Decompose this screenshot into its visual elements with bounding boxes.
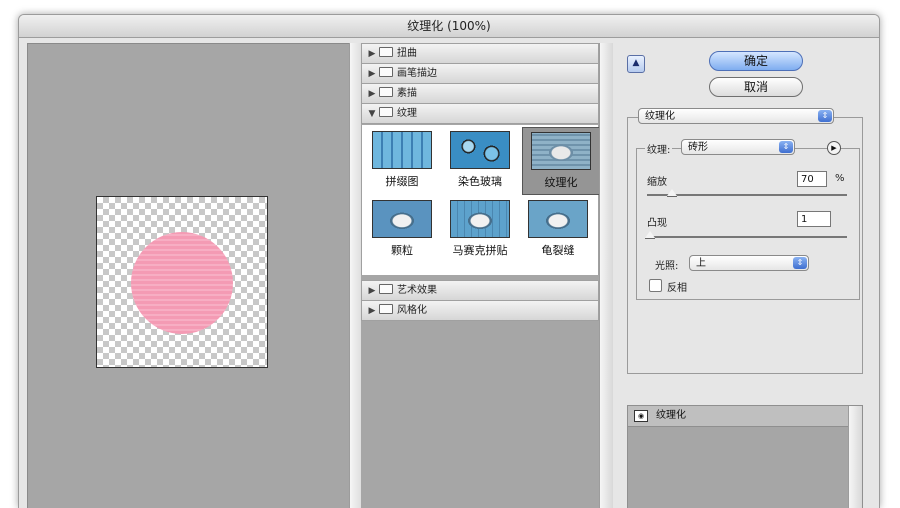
thumb-label: 纹理化 (544, 176, 578, 189)
folder-icon (379, 284, 393, 294)
filter-category-brush-strokes[interactable]: ▶ 画笔描边 (361, 63, 599, 84)
filter-select[interactable]: 纹理化 ⇕ (638, 108, 834, 124)
grain-thumbnail-image (372, 200, 432, 238)
relief-slider-knob[interactable] (645, 231, 655, 239)
texture-menu-icon[interactable]: ▶ (827, 141, 841, 155)
craquelure-thumbnail-image (528, 200, 588, 238)
stained-glass-thumbnail-image (450, 131, 510, 169)
filter-select-value: 纹理化 (645, 111, 675, 122)
scaling-input[interactable]: 70 (797, 171, 827, 187)
texturizer-dialog: 纹理化 (100%) ▶ 扭曲 ▶ 画笔描边 ▶ 素描 ▼ 纹理 拼缀图 染色玻璃 (18, 14, 880, 508)
light-label: 光照: (655, 261, 679, 272)
cancel-button[interactable]: 取消 (709, 77, 803, 97)
ok-button[interactable]: 确定 (709, 51, 803, 71)
filter-category-distort[interactable]: ▶ 扭曲 (361, 43, 599, 64)
patchwork-thumbnail-image (372, 131, 432, 169)
light-select[interactable]: 上 ⇕ (689, 255, 809, 271)
invert-checkbox[interactable] (649, 279, 662, 292)
thumb-stained-glass[interactable]: 染色玻璃 (446, 131, 514, 189)
folder-icon (379, 47, 393, 57)
texturizer-thumbnail-image (531, 132, 591, 170)
category-label: 纹理 (397, 108, 417, 119)
thumb-label: 染色玻璃 (458, 175, 502, 188)
collapsed-triangle-icon: ▶ (368, 89, 376, 99)
filter-category-stylize[interactable]: ▶ 风格化 (361, 300, 599, 321)
collapsed-triangle-icon: ▶ (368, 306, 376, 316)
pink-circle-preview (131, 232, 233, 334)
filter-category-artistic[interactable]: ▶ 艺术效果 (361, 280, 599, 301)
category-label: 风格化 (397, 305, 427, 316)
effect-layer-row[interactable]: ◉ 纹理化 (628, 406, 848, 427)
thumb-patchwork[interactable]: 拼缀图 (368, 131, 436, 189)
thumb-label: 颗粒 (391, 244, 413, 257)
texture-select-value: 砖形 (688, 142, 708, 153)
preview-pane[interactable] (27, 43, 351, 508)
texture-select[interactable]: 砖形 ⇕ (681, 139, 795, 155)
transparent-canvas (96, 196, 268, 368)
effect-layer-label: 纹理化 (656, 410, 686, 421)
dialog-title: 纹理化 (100%) (19, 15, 879, 38)
eye-icon[interactable]: ◉ (634, 410, 648, 422)
thumb-texturizer-selected[interactable]: 纹理化 (522, 127, 600, 195)
relief-slider-track[interactable] (647, 236, 847, 238)
texture-options-group: 纹理: 砖形 ⇕ ▶ 缩放 70 % 凸现 1 光照: 上 ⇕ 反相 (636, 139, 860, 300)
invert-label: 反相 (667, 283, 687, 294)
select-arrow-icon: ⇕ (793, 257, 807, 269)
collapsed-triangle-icon: ▶ (368, 69, 376, 79)
category-label: 扭曲 (397, 48, 417, 59)
folder-icon (379, 67, 393, 77)
light-select-value: 上 (696, 258, 706, 269)
scaling-unit: % (835, 173, 845, 184)
scaling-slider-knob[interactable] (667, 189, 677, 197)
effect-layers-panel: ◉ 纹理化 (627, 405, 863, 508)
relief-input[interactable]: 1 (797, 211, 831, 227)
select-arrow-icon: ⇕ (779, 141, 793, 153)
scaling-slider-track[interactable] (647, 194, 847, 196)
mosaic-tiles-thumbnail-image (450, 200, 510, 238)
category-label: 素描 (397, 88, 417, 99)
thumb-label: 拼缀图 (385, 175, 419, 188)
texture-thumbnails: 拼缀图 染色玻璃 纹理化 颗粒 马赛克拼贴 龟裂缝 (361, 125, 600, 275)
folder-icon (379, 87, 393, 97)
collapse-gallery-button[interactable]: ▲ (627, 55, 645, 73)
filter-gallery-scrollbar[interactable] (599, 43, 613, 508)
thumb-label: 马赛克拼贴 (452, 244, 508, 257)
relief-label: 凸现 (647, 218, 667, 229)
filter-category-sketch[interactable]: ▶ 素描 (361, 83, 599, 104)
settings-pane: ▲ 确定 取消 纹理化 ⇕ 纹理: 砖形 ⇕ ▶ 缩放 70 % 凸现 1 光照… (619, 43, 879, 508)
scaling-label: 缩放 (647, 177, 667, 188)
category-label: 艺术效果 (397, 285, 437, 296)
thumb-craquelure[interactable]: 龟裂缝 (524, 200, 592, 258)
thumb-mosaic-tiles[interactable]: 马赛克拼贴 (446, 200, 514, 258)
filter-category-texture[interactable]: ▼ 纹理 (361, 103, 599, 124)
thumb-label: 龟裂缝 (541, 244, 575, 257)
collapsed-triangle-icon: ▶ (368, 49, 376, 59)
thumb-grain[interactable]: 颗粒 (368, 200, 436, 258)
filter-settings-panel: 纹理化 ⇕ 纹理: 砖形 ⇕ ▶ 缩放 70 % 凸现 1 光照: 上 ⇕ 反相 (627, 108, 863, 374)
expanded-triangle-icon: ▼ (368, 109, 376, 119)
filter-gallery: ▶ 扭曲 ▶ 画笔描边 ▶ 素描 ▼ 纹理 拼缀图 染色玻璃 纹理化 颗粒 马赛… (361, 43, 600, 508)
select-arrow-icon: ⇕ (818, 110, 832, 122)
collapsed-triangle-icon: ▶ (368, 286, 376, 296)
texture-label: 纹理: (645, 141, 673, 156)
category-label: 画笔描边 (397, 68, 437, 79)
folder-icon (379, 304, 393, 314)
open-folder-icon (379, 107, 393, 117)
layers-scrollbar[interactable] (848, 406, 862, 508)
